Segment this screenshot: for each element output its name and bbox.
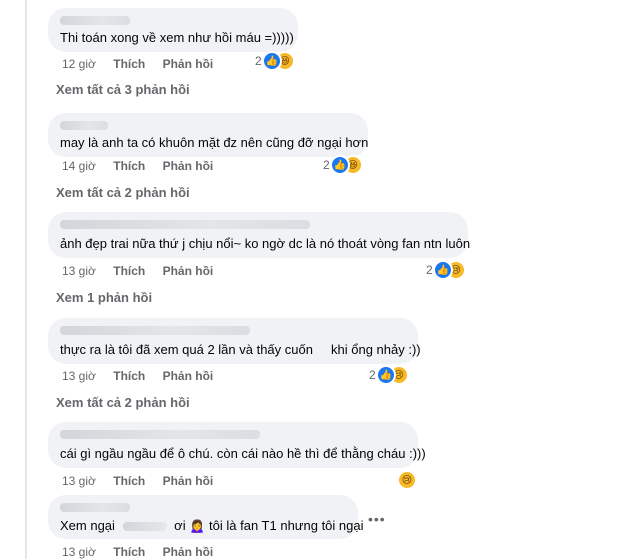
reply-button[interactable]: Phản hồi	[163, 474, 214, 488]
comment-time[interactable]: 12 giờ	[62, 57, 96, 71]
commenter-name-redacted	[60, 220, 310, 229]
sad-icon: 😢	[399, 472, 415, 488]
like-button[interactable]: Thích	[113, 57, 145, 71]
comment-meta: 13 giờ Thích Phản hồi	[62, 474, 227, 488]
thread-line	[25, 0, 27, 559]
view-replies-link[interactable]: Xem tất cả 2 phản hồi	[56, 185, 190, 200]
like-icon: 👍	[331, 157, 348, 173]
comment-text: cái gì ngầu ngầu để ô chú. còn cái nào h…	[60, 446, 426, 461]
like-icon: 👍	[377, 367, 394, 383]
like-icon: 👍	[434, 262, 451, 278]
reply-button[interactable]: Phản hồi	[163, 369, 214, 383]
comment-meta: 12 giờ Thích Phản hồi	[62, 57, 227, 71]
reply-button[interactable]: Phản hồi	[163, 545, 214, 559]
reaction-count: 2	[255, 54, 262, 68]
comment-time[interactable]: 13 giờ	[62, 264, 96, 278]
commenter-name-redacted	[60, 121, 108, 130]
commenter-name-redacted	[60, 430, 260, 439]
like-button[interactable]: Thích	[113, 369, 145, 383]
comment-bubble: thực ra là tôi đã xem quá 2 lần và thấy …	[48, 318, 421, 364]
mentioned-name-redacted	[122, 522, 167, 532]
comment-text: Thi toán xong về xem như hồi máu =)))))	[60, 30, 294, 45]
commenter-name-redacted	[60, 16, 130, 25]
comment-time[interactable]: 13 giờ	[62, 474, 96, 488]
like-icon: 👍	[263, 53, 280, 69]
reaction-count: 2	[369, 368, 376, 382]
comment-meta: 13 giờ Thích Phản hồi	[62, 264, 227, 278]
comment-text: ảnh đẹp trai nữa thứ j chịu nổi~ ko ngờ …	[60, 236, 471, 251]
person-emoji-icon: 🙍‍♀️	[189, 518, 206, 533]
comment-text-part: tôi là fan T1 nhưng tôi ngại	[209, 518, 364, 533]
comment-bubble: cái gì ngầu ngầu để ô chú. còn cái nào h…	[48, 422, 426, 468]
commenter-name-redacted	[60, 503, 130, 512]
comment-text: Xem ngại ơi 🙍‍♀️ tôi là fan T1 nhưng tôi…	[60, 518, 364, 534]
like-button[interactable]: Thích	[113, 264, 145, 278]
view-replies-link[interactable]: Xem tất cả 2 phản hồi	[56, 395, 190, 410]
reaction-summary[interactable]: 2 👍 😆	[323, 157, 361, 173]
reaction-summary[interactable]: 😢	[399, 472, 415, 488]
comment-meta: 13 giờ Thích Phản hồi	[62, 545, 227, 559]
comment-text: thực ra là tôi đã xem quá 2 lần và thấy …	[60, 342, 421, 357]
reply-button[interactable]: Phản hồi	[163, 159, 214, 173]
reaction-summary[interactable]: 2 👍 😢	[426, 262, 464, 278]
comment-bubble: ảnh đẹp trai nữa thứ j chịu nổi~ ko ngờ …	[48, 212, 471, 258]
reaction-count: 2	[426, 263, 433, 277]
comment-bubble: may là anh ta có khuôn mặt đz nên cũng đ…	[48, 113, 368, 157]
comment-text-part: ơi	[174, 518, 186, 533]
commenter-name-redacted	[60, 326, 250, 335]
reply-button[interactable]: Phản hồi	[163, 57, 214, 71]
comment-meta: 14 giờ Thích Phản hồi	[62, 159, 227, 173]
comment-bubble: Xem ngại ơi 🙍‍♀️ tôi là fan T1 nhưng tôi…	[48, 495, 364, 539]
view-replies-link[interactable]: Xem 1 phản hồi	[56, 290, 152, 305]
comment-time[interactable]: 13 giờ	[62, 369, 96, 383]
reaction-summary[interactable]: 2 👍 😆	[255, 53, 293, 69]
comment-time[interactable]: 13 giờ	[62, 545, 96, 559]
comment-bubble: Thi toán xong về xem như hồi máu =)))))	[48, 8, 298, 52]
like-button[interactable]: Thích	[113, 545, 145, 559]
like-button[interactable]: Thích	[113, 159, 145, 173]
comment-text-part: Xem ngại	[60, 518, 115, 533]
comment-meta: 13 giờ Thích Phản hồi	[62, 369, 227, 383]
view-replies-link[interactable]: Xem tất cả 3 phản hồi	[56, 82, 190, 97]
reaction-summary[interactable]: 2 👍 😢	[369, 367, 407, 383]
like-button[interactable]: Thích	[113, 474, 145, 488]
reply-button[interactable]: Phản hồi	[163, 264, 214, 278]
reaction-count: 2	[323, 158, 330, 172]
more-options-icon[interactable]: •••	[368, 511, 386, 527]
comment-text: may là anh ta có khuôn mặt đz nên cũng đ…	[60, 135, 369, 150]
comment-time[interactable]: 14 giờ	[62, 159, 96, 173]
